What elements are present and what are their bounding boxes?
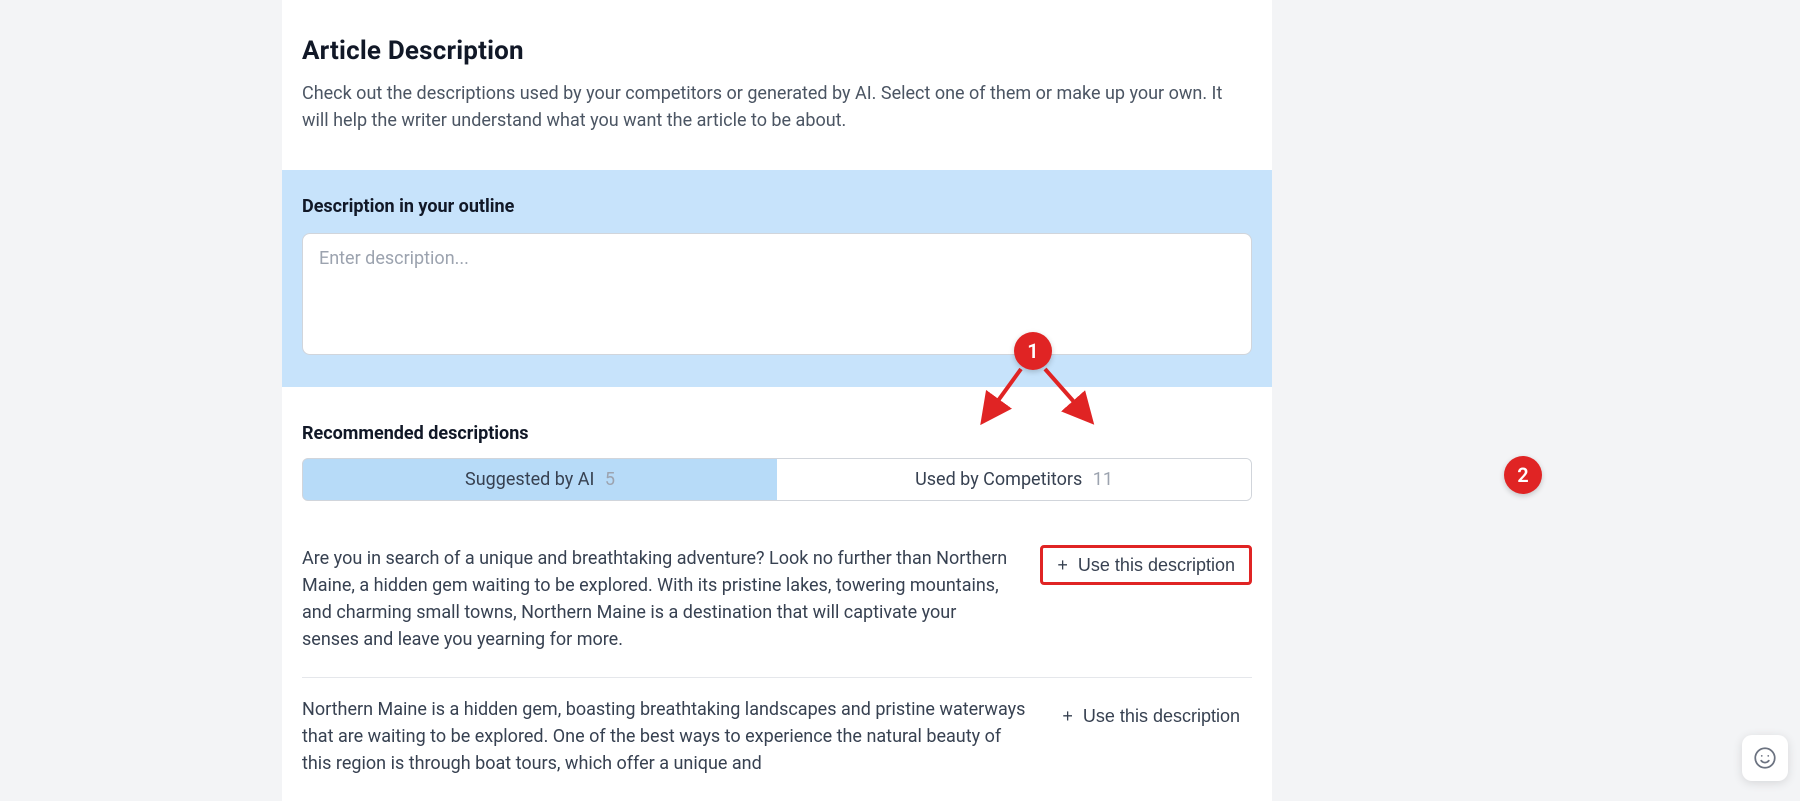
list-item: Are you in search of a unique and breath… — [302, 527, 1252, 678]
tab-used-by-competitors[interactable]: Used by Competitors 11 — [777, 459, 1251, 500]
tab-comp-label: Used by Competitors — [915, 469, 1082, 490]
article-description-panel: Article Description Check out the descri… — [282, 0, 1272, 801]
page-title: Article Description — [302, 36, 1252, 66]
tab-ai-label: Suggested by AI — [465, 469, 594, 490]
recommended-label: Recommended descriptions — [302, 423, 1252, 444]
use-this-description-button[interactable]: + Use this description — [1050, 698, 1252, 734]
use-this-description-button[interactable]: + Use this description — [1040, 545, 1252, 585]
plus-icon: + — [1057, 555, 1068, 576]
description-text: Are you in search of a unique and breath… — [302, 545, 1016, 653]
tab-suggested-by-ai[interactable]: Suggested by AI 5 — [302, 458, 778, 501]
outline-label: Description in your outline — [302, 196, 1252, 217]
recommendation-list: Are you in search of a unique and breath… — [302, 527, 1252, 801]
annotation-badge-2: 2 — [1504, 456, 1542, 494]
outline-section: Description in your outline — [282, 170, 1272, 387]
description-input[interactable] — [302, 233, 1252, 355]
list-item: Northern Maine is a hidden gem, boasting… — [302, 678, 1252, 801]
plus-icon: + — [1062, 706, 1073, 727]
smiley-icon — [1752, 745, 1778, 771]
use-label: Use this description — [1078, 555, 1235, 576]
tab-comp-count: 11 — [1093, 469, 1113, 490]
use-label: Use this description — [1083, 706, 1240, 727]
recommendation-tabs: Suggested by AI 5 Used by Competitors 11 — [302, 458, 1252, 501]
feedback-button[interactable] — [1742, 735, 1788, 781]
page-subtitle: Check out the descriptions used by your … — [302, 80, 1252, 134]
tab-ai-count: 5 — [605, 469, 615, 490]
description-text: Northern Maine is a hidden gem, boasting… — [302, 696, 1026, 777]
